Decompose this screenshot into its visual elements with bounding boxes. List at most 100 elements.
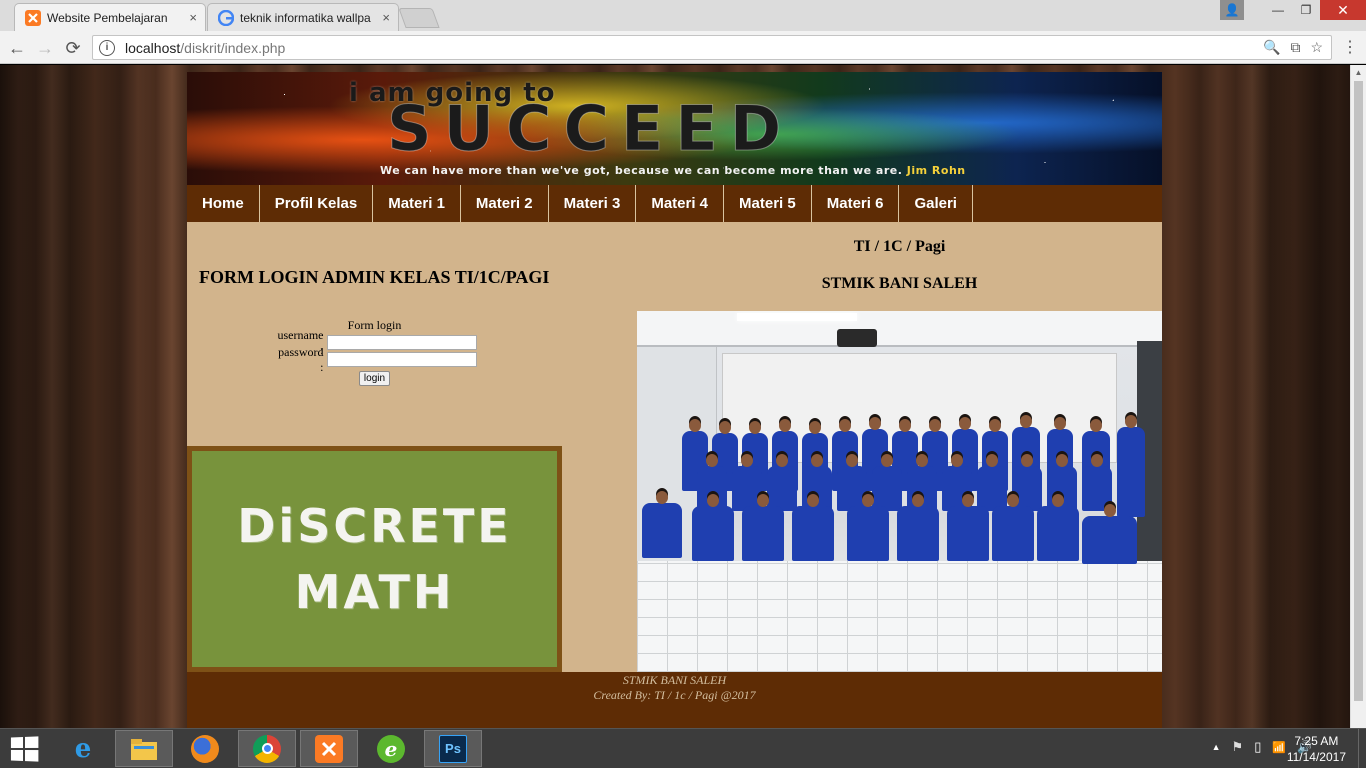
system-clock[interactable]: 7:25 AM 11/14/2017 [1287, 733, 1346, 765]
login-form: Form login username : password : login [187, 318, 562, 386]
taskbar-chrome[interactable] [238, 730, 296, 767]
site-container: i am going to SUCCEED We can have more t… [187, 72, 1162, 728]
show-desktop-button[interactable] [1358, 729, 1366, 768]
tab-close-icon[interactable]: × [382, 10, 390, 25]
photo-student [1037, 494, 1079, 561]
quote-author: Jim Rohn [906, 164, 966, 177]
omnibox-actions: 🔍 ⧉ ☆ [1263, 39, 1323, 56]
address-bar[interactable]: i localhost/diskrit/index.php 🔍 ⧉ ☆ [92, 35, 1332, 60]
dreamweaver-icon: e [377, 734, 405, 763]
photo-ceiling [637, 311, 1162, 347]
photo-student [947, 494, 989, 561]
browser-tab-strip: Website Pembelajaran × teknik informatik… [0, 0, 1366, 31]
photo-students [637, 415, 1162, 571]
photo-student [792, 494, 834, 561]
battery-icon[interactable]: ▯ [1254, 739, 1261, 755]
nav-materi-6[interactable]: Materi 6 [812, 185, 900, 222]
user-profile-icon[interactable]: 👤 [1220, 0, 1244, 20]
maximize-button[interactable]: ❐ [1292, 0, 1320, 20]
info-icon[interactable]: i [99, 39, 115, 56]
taskbar-dreamweaver[interactable]: e [362, 730, 420, 767]
nav-materi-2[interactable]: Materi 2 [461, 185, 549, 222]
photo-tiled-floor [637, 561, 1162, 672]
banner-quote: We can have more than we've got, because… [380, 164, 966, 177]
taskbar-xampp[interactable] [300, 730, 358, 767]
tab-website-pembelajaran[interactable]: Website Pembelajaran × [14, 3, 206, 31]
zoom-icon[interactable]: 🔍 [1263, 39, 1280, 56]
url-host: localhost [125, 39, 181, 56]
photo-student [692, 494, 734, 561]
nav-materi-4[interactable]: Materi 4 [636, 185, 725, 222]
file-explorer-icon [130, 735, 158, 763]
login-heading: FORM LOGIN ADMIN KELAS TI/1C/PAGI [199, 267, 550, 287]
tray-expand-icon[interactable]: ▲ [1212, 742, 1221, 752]
internet-explorer-icon: e [74, 733, 92, 764]
password-row: password : [187, 345, 562, 374]
chrome-menu-icon[interactable]: ⋮ [1342, 37, 1358, 57]
nav-materi-5[interactable]: Materi 5 [724, 185, 812, 222]
form-caption: Form login [347, 318, 402, 332]
nav-materi-3[interactable]: Materi 3 [549, 185, 637, 222]
password-label: password : [278, 344, 324, 374]
footer-line1: STMIK BANI SALEH [622, 673, 727, 687]
password-input[interactable] [326, 352, 477, 367]
scroll-up-icon[interactable]: ▲ [1351, 65, 1366, 79]
tab-title: Website Pembelajaran [47, 10, 168, 25]
login-button-row: login [187, 370, 562, 386]
photo-student [847, 494, 889, 561]
minimize-button[interactable]: — [1264, 0, 1292, 20]
tab-teknik-informatika[interactable]: teknik informatika wallpa × [207, 3, 399, 31]
windows-start-icon[interactable] [10, 736, 39, 762]
photo-ceiling-light [737, 313, 857, 321]
chalk-line-1: DiSCRETE [237, 499, 512, 553]
login-button[interactable]: login [358, 371, 391, 386]
chalkboard-surface: DiSCRETE MATH [192, 451, 557, 667]
firefox-icon [191, 734, 219, 763]
nav-galeri[interactable]: Galeri [899, 185, 973, 222]
taskbar-firefox[interactable] [176, 730, 234, 767]
username-row: username : [187, 328, 562, 357]
taskbar-internet-explorer[interactable]: e [54, 730, 112, 767]
xampp-icon [315, 734, 343, 763]
url-path: /diskrit/index.php [180, 39, 286, 56]
reload-icon[interactable]: ⟳ [62, 37, 84, 59]
new-tab-button[interactable] [398, 8, 440, 28]
close-window-button[interactable]: ✕ [1320, 0, 1366, 20]
browser-toolbar: ← → ⟳ i localhost/diskrit/index.php 🔍 ⧉ … [0, 31, 1366, 64]
discrete-math-chalkboard: DiSCRETE MATH [187, 446, 562, 672]
forward-arrow-icon[interactable]: → [34, 37, 56, 59]
tab-title: teknik informatika wallpa [240, 10, 371, 25]
photo-projector [837, 329, 877, 347]
photo-student [1117, 415, 1145, 517]
tab-close-icon[interactable]: × [189, 10, 197, 25]
chalk-line-2: MATH [294, 565, 455, 619]
main-nav: Home Profil Kelas Materi 1 Materi 2 Mate… [187, 185, 1162, 222]
window-controls: 👤 — ❐ ✕ [1220, 0, 1366, 20]
nav-home[interactable]: Home [187, 185, 260, 222]
clock-date: 11/14/2017 [1286, 750, 1346, 764]
taskbar-photoshop[interactable]: Ps [424, 730, 482, 767]
google-favicon-icon [218, 9, 234, 26]
username-input[interactable] [326, 335, 477, 350]
scroll-thumb[interactable] [1354, 81, 1363, 701]
translate-icon[interactable]: ⧉ [1290, 39, 1300, 56]
photoshop-icon: Ps [439, 734, 467, 763]
photo-student [897, 494, 939, 561]
network-icon[interactable]: 📶 [1272, 741, 1286, 754]
back-arrow-icon[interactable]: ← [6, 37, 28, 59]
xampp-favicon-icon [25, 9, 41, 26]
photo-student [742, 494, 784, 561]
action-center-flag-icon[interactable]: ⚑ [1232, 739, 1244, 755]
chrome-icon [253, 734, 281, 763]
school-title: STMIK BANI SALEH [821, 275, 978, 292]
nav-profil-kelas[interactable]: Profil Kelas [260, 185, 374, 222]
banner-line2: SUCCEED [386, 92, 794, 166]
nav-materi-1[interactable]: Materi 1 [373, 185, 461, 222]
taskbar-file-explorer[interactable] [115, 730, 173, 767]
page-scrollbar[interactable]: ▲ [1350, 65, 1366, 728]
class-title: TI / 1C / Pagi [853, 238, 946, 255]
bookmark-star-icon[interactable]: ☆ [1310, 39, 1323, 56]
photo-student [992, 494, 1034, 561]
photo-student [767, 454, 797, 511]
class-group-photo [637, 311, 1162, 672]
